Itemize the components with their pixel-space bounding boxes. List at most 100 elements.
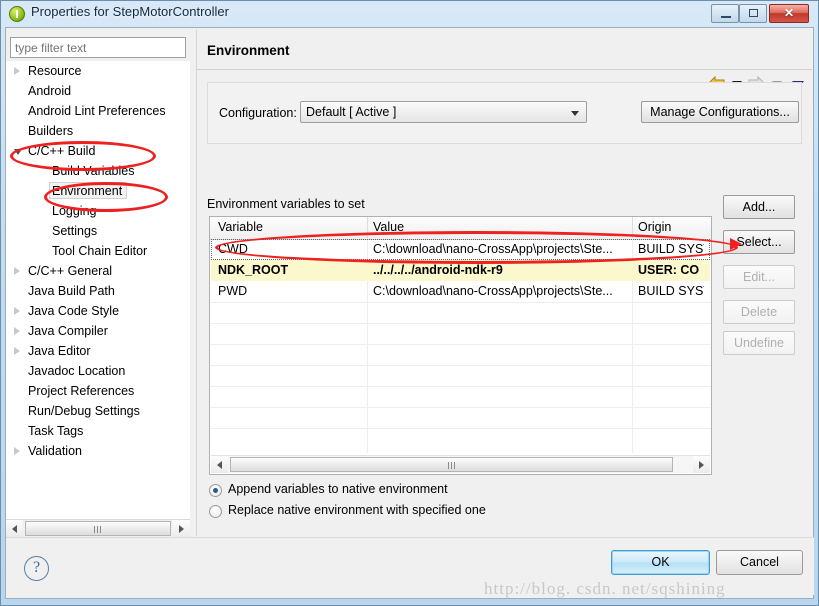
- tree-item-javadoc-location[interactable]: Javadoc Location: [28, 361, 125, 381]
- preference-tree[interactable]: Resource Android Android Lint Preferences B…: [6, 61, 190, 519]
- table-horizontal-scrollbar[interactable]: [211, 455, 710, 473]
- cancel-button[interactable]: Cancel: [716, 550, 803, 575]
- tree-item-java-build-path[interactable]: Java Build Path: [28, 281, 115, 301]
- tree-twisty-collapsed-icon[interactable]: [14, 346, 20, 355]
- tree-item-project-references[interactable]: Project References: [28, 381, 134, 401]
- tree-item-label: Tool Chain Editor: [52, 244, 148, 258]
- cell-value: ../../../../android-ndk-r9: [373, 263, 503, 277]
- page-title: Environment: [207, 43, 290, 58]
- filter-input[interactable]: [10, 37, 186, 58]
- column-divider[interactable]: [632, 217, 633, 238]
- annotation-arrow-icon: [730, 238, 742, 250]
- scroll-left-arrow[interactable]: [6, 520, 23, 537]
- scroll-right-arrow[interactable]: [693, 456, 710, 473]
- screen: Properties for StepMotorController ✕ Res…: [0, 0, 819, 606]
- tree-item-settings[interactable]: Settings: [52, 221, 97, 241]
- edit-button: Edit...: [723, 265, 795, 289]
- eclipse-icon: [9, 6, 25, 22]
- tree-item-label: Java Code Style: [28, 304, 120, 318]
- tree-item-validation[interactable]: Validation: [14, 441, 82, 461]
- minimize-button[interactable]: [711, 4, 739, 23]
- tree-twisty-collapsed-icon[interactable]: [14, 446, 20, 455]
- scroll-thumb[interactable]: [25, 521, 171, 536]
- tree-item-label: C/C++ General: [28, 264, 113, 278]
- tree-item-java-code-style[interactable]: Java Code Style: [14, 301, 120, 321]
- add-button[interactable]: Add...: [723, 195, 795, 219]
- tree-item-label: Java Build Path: [28, 284, 115, 298]
- tree-item-label: Resource: [28, 64, 82, 78]
- tree-item-android[interactable]: Android: [28, 81, 71, 101]
- tree-twisty-collapsed-icon[interactable]: [14, 266, 20, 275]
- window-title: Properties for StepMotorController: [31, 4, 229, 19]
- manage-configurations-button[interactable]: Manage Configurations...: [641, 101, 799, 123]
- tree-item-android-lint-preferences[interactable]: Android Lint Preferences: [28, 101, 166, 121]
- ok-button[interactable]: OK: [611, 550, 710, 575]
- radio-label: Append variables to native environment: [228, 482, 448, 496]
- tree-item-label: Android: [28, 84, 72, 98]
- tree-item-java-editor[interactable]: Java Editor: [14, 341, 91, 361]
- tree-item-tool-chain-editor[interactable]: Tool Chain Editor: [52, 241, 147, 261]
- cell-origin: BUILD SYST: [638, 284, 704, 298]
- tree-twisty-collapsed-icon[interactable]: [14, 306, 20, 315]
- maximize-button[interactable]: [739, 4, 767, 23]
- properties-dialog: Properties for StepMotorController ✕ Res…: [0, 0, 819, 606]
- tree-item-build-variables[interactable]: Build Variables: [52, 161, 134, 181]
- close-button[interactable]: ✕: [769, 4, 809, 23]
- tree-item-label: Run/Debug Settings: [28, 404, 140, 418]
- table-row[interactable]: PWD C:\download\nano-CrossApp\projects\St…: [210, 281, 711, 302]
- tree-horizontal-scrollbar[interactable]: [6, 519, 190, 537]
- delete-button: Delete: [723, 300, 795, 324]
- tree-item-label: Android Lint Preferences: [28, 104, 166, 118]
- configuration-label: Configuration:: [219, 106, 297, 120]
- empty-row-separator: [210, 386, 711, 387]
- configuration-selected-value: Default [ Active ]: [306, 105, 397, 119]
- table-row[interactable]: NDK_ROOT ../../../../android-ndk-r9 USER: …: [210, 260, 711, 281]
- panel-splitter[interactable]: [191, 30, 195, 536]
- tree-item-label: Java Compiler: [28, 324, 108, 338]
- empty-row-separator: [210, 344, 711, 345]
- tree-item-java-compiler[interactable]: Java Compiler: [14, 321, 108, 341]
- cell-variable: NDK_ROOT: [218, 263, 289, 277]
- radio-label: Replace native environment with specifie…: [228, 503, 486, 517]
- table-header: [210, 217, 711, 240]
- table-header-variable[interactable]: Variable: [218, 220, 263, 234]
- column-divider[interactable]: [367, 217, 368, 238]
- cell-value: C:\download\nano-CrossApp\projects\Ste..…: [373, 284, 613, 298]
- tree-item-label: Validation: [28, 444, 82, 458]
- radio-indicator[interactable]: [209, 505, 222, 518]
- tree-item-c-c-build[interactable]: C/C++ Build: [14, 141, 95, 161]
- cell-origin: USER: CO: [638, 263, 700, 277]
- cell-variable: PWD: [218, 284, 248, 298]
- tree-item-label: Builders: [28, 124, 74, 138]
- empty-row-separator: [210, 428, 711, 429]
- title-separator: [197, 69, 812, 70]
- tree-twisty-collapsed-icon[interactable]: [14, 66, 20, 75]
- scroll-thumb[interactable]: [230, 457, 673, 472]
- tree-item-environment[interactable]: Environment: [52, 181, 122, 201]
- empty-row-separator: [210, 365, 711, 366]
- environment-variables-table[interactable]: Variable Value Origin CWD C:\download\nano-C…: [209, 216, 712, 475]
- tree-twisty-collapsed-icon[interactable]: [14, 326, 20, 335]
- environment-variables-label: Environment variables to set: [207, 197, 365, 211]
- empty-row-separator: [210, 302, 711, 303]
- tree-twisty-expanded-icon[interactable]: [14, 149, 22, 155]
- configuration-select[interactable]: Default [ Active ]: [300, 101, 587, 123]
- tree-item-task-tags[interactable]: Task Tags: [28, 421, 83, 441]
- tree-item-label: Project References: [28, 384, 135, 398]
- scroll-right-arrow[interactable]: [173, 520, 190, 537]
- tree-item-builders[interactable]: Builders: [28, 121, 73, 141]
- tree-item-logging[interactable]: Logging: [52, 201, 97, 221]
- empty-row-separator: [210, 407, 711, 408]
- question-mark-icon[interactable]: ?: [24, 556, 49, 581]
- watermark-text: http://blog. csdn. net/sqshining: [484, 579, 726, 598]
- scroll-left-arrow[interactable]: [211, 456, 228, 473]
- tree-item-label: Environment: [52, 184, 123, 198]
- tree-item-run-debug-settings[interactable]: Run/Debug Settings: [28, 401, 140, 421]
- tree-item-label: Build Variables: [52, 164, 135, 178]
- table-header-origin[interactable]: Origin: [638, 220, 671, 234]
- table-header-value[interactable]: Value: [373, 220, 404, 234]
- tree-item-resource[interactable]: Resource: [14, 61, 82, 81]
- tree-item-c-c-general[interactable]: C/C++ General: [14, 261, 113, 281]
- title-bar[interactable]: Properties for StepMotorController ✕: [1, 1, 819, 27]
- radio-indicator[interactable]: [209, 484, 222, 497]
